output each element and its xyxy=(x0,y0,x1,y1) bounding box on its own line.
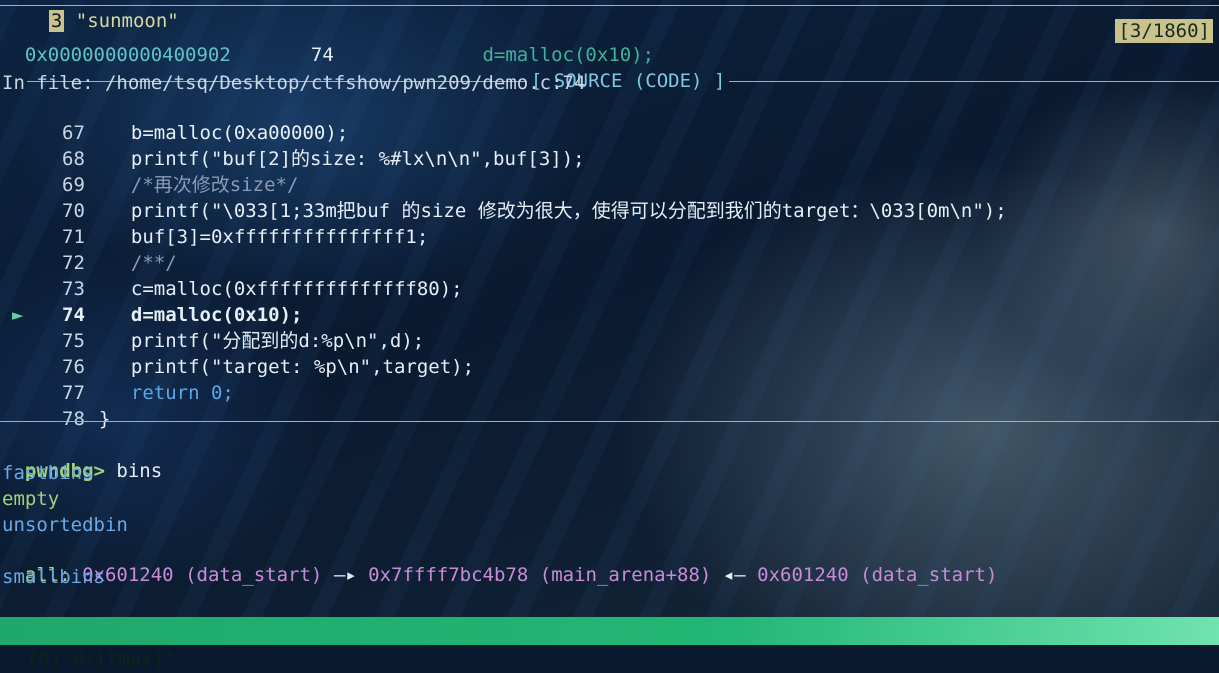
fastbins-value: empty xyxy=(2,488,60,510)
source-line: 73 c=malloc(0xffffffffffffff80); xyxy=(62,278,463,300)
source-line: 71 buf[3]=0xfffffffffffffff1; xyxy=(62,226,429,248)
chunk-symbol: (main_arena+88) xyxy=(539,564,712,586)
source-line: 67 b=malloc(0xa00000); xyxy=(62,122,349,144)
tmux-status-bar[interactable]: [0] 0:[tmux]* xyxy=(0,617,1219,670)
chunk-symbol: (data_start) xyxy=(185,564,323,586)
source-line: 70 printf("\033[1;33m把buf 的size 修改为很大，使得可… xyxy=(62,200,1007,222)
source-bottom-separator xyxy=(0,421,1219,422)
source-line: 77 return 0; xyxy=(62,382,234,404)
smallbins-value-line[interactable]: empty xyxy=(2,591,94,639)
fastbins-label: fastbins xyxy=(2,462,94,484)
unsortedbin-label: unsortedbin xyxy=(2,514,128,536)
chunk-address: 0x601240 xyxy=(757,564,849,586)
smallbins-label: smallbins xyxy=(2,566,105,588)
top-separator xyxy=(0,5,1219,6)
tmux-window-label[interactable]: [0] 0:[tmux]* xyxy=(27,648,176,670)
source-code: } xyxy=(98,408,111,430)
context-line: 0x0000000000400902 74 d=malloc(0x10); xyxy=(2,19,654,66)
source-line: 72/**/ xyxy=(62,252,177,274)
source-line: 78} xyxy=(62,408,111,430)
frame-header: 3 "sunmoon" xyxy=(26,0,179,32)
unsortedbin-all-line: all: 0x601240 (data_start) —▸ 0x7ffff7bc… xyxy=(2,539,998,586)
source-line: 69/*再次修改size*/ xyxy=(62,174,299,196)
source-code: return 0; xyxy=(130,382,234,404)
source-line: 75 printf("分配到的d:%p\n",d); xyxy=(62,330,425,352)
source-line-current: ► 74 d=malloc(0x10); xyxy=(12,304,303,326)
source-line: 76 printf("target: %p\n",target); xyxy=(62,356,475,378)
console-prompt-line[interactable]: pwndbg> bins xyxy=(2,435,162,482)
source-line: 68 printf("buf[2]的size: %#lx\n\n",buf[3])… xyxy=(62,148,585,170)
console-command: bins xyxy=(116,460,163,482)
backward-arrow-icon: ◂— xyxy=(722,564,746,586)
forward-arrow-icon: —▸ xyxy=(333,564,357,586)
source-section-header: [ SOURCE (CODE) ] xyxy=(0,45,1219,92)
chunk-address: 0x7ffff7bc4b78 xyxy=(368,564,529,586)
file-path-line: In file: /home/tsq/Desktop/ctfshow/pwn20… xyxy=(2,72,586,94)
chunk-symbol: (data_start) xyxy=(860,564,998,586)
scroll-counter: [3/1860] xyxy=(1115,19,1213,43)
